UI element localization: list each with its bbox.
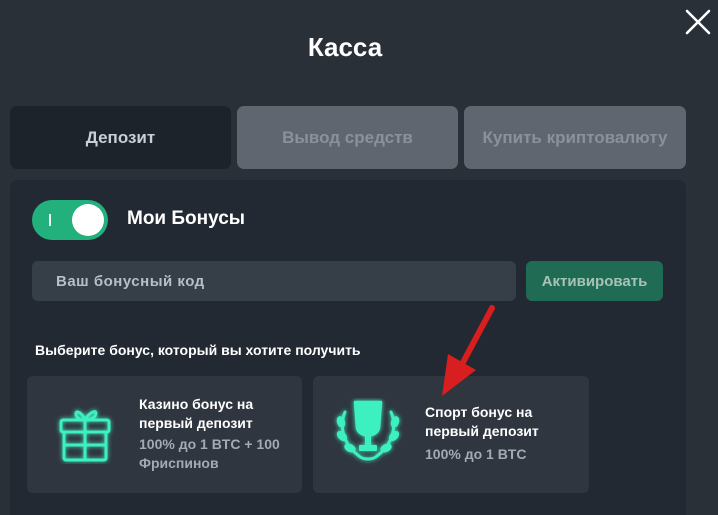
bonus-panel: Мои Бонусы Активировать Выберите бонус, … xyxy=(10,180,686,515)
bonus-card-title: Казино бонус на первый депозит xyxy=(139,396,254,431)
bonus-card-casino[interactable]: Казино бонус на первый депозит 100% до 1… xyxy=(27,376,302,493)
bonus-card-description: 100% до 1 BTC + 100 Фриспинов xyxy=(139,436,280,471)
toggle-knob xyxy=(72,204,104,236)
tab-buy-crypto[interactable]: Купить криптовалюту xyxy=(464,106,686,169)
page-title: Касса xyxy=(307,32,383,62)
choose-bonus-label: Выберите бонус, который вы хотите получи… xyxy=(35,342,361,358)
tab-deposit[interactable]: Депозит xyxy=(10,106,231,169)
annotation-arrow xyxy=(430,300,502,400)
bonus-card-description: 100% до 1 BTC xyxy=(425,446,527,462)
gift-icon xyxy=(55,400,115,469)
activate-button[interactable]: Активировать xyxy=(526,261,663,301)
promo-code-input[interactable] xyxy=(32,261,516,301)
trophy-icon xyxy=(331,398,405,475)
bonuses-label: Мои Бонусы xyxy=(127,208,246,229)
bonus-card-title: Спорт бонус на первый депозит xyxy=(425,404,539,439)
bonuses-toggle[interactable] xyxy=(32,200,108,240)
toggle-on-mark xyxy=(49,214,51,226)
tab-withdraw[interactable]: Вывод средств xyxy=(237,106,458,169)
